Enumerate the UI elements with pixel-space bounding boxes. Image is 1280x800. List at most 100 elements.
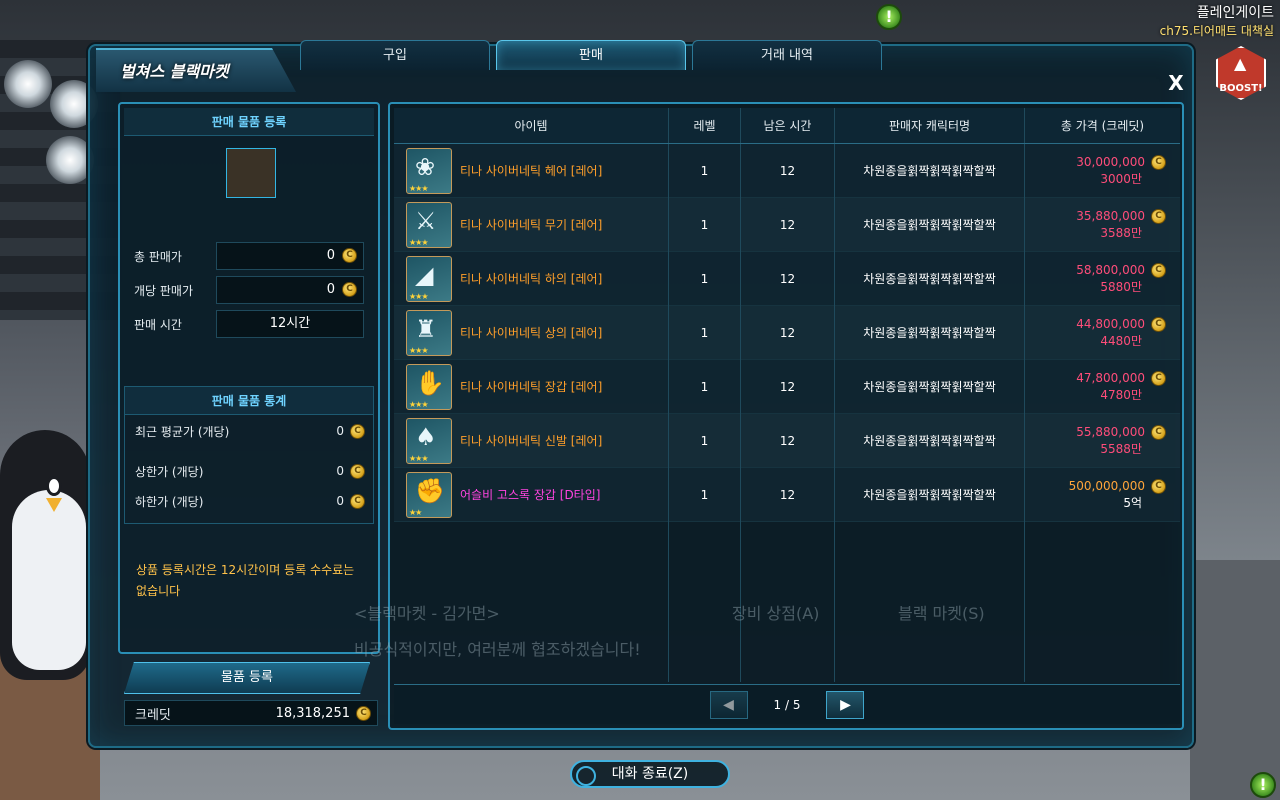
- next-page-button[interactable]: ▶: [826, 690, 865, 719]
- credit-value: 18,318,251: [275, 705, 350, 721]
- unit-price-label: 개당 판매가: [134, 283, 194, 298]
- rarity-stars-icon: ★★★: [409, 399, 428, 409]
- price-cell: 44,800,000 C 4480만: [1025, 306, 1180, 359]
- unit-price-field[interactable]: 0 C: [216, 276, 364, 304]
- prev-page-button[interactable]: ◀: [709, 690, 748, 719]
- credit-label: 크레딧: [135, 707, 171, 723]
- item-name: 티나 사이버네틱 장갑 [레어]: [460, 380, 603, 394]
- item-drop-slot[interactable]: [226, 148, 276, 198]
- price-short: 3000만: [1100, 171, 1142, 186]
- table-row[interactable]: ♜ ★★★ 티나 사이버네틱 상의 [레어] 1 12 차원종을휡짝휡짝휡짝할짝 44,80…: [394, 306, 1180, 360]
- price-cell: 500,000,000 C 5억: [1025, 468, 1180, 521]
- unit-price-row: 개당 판매가 0 C: [134, 276, 370, 304]
- seller-cell: 차원종을휡짝휡짝휡짝할짝: [835, 360, 1025, 413]
- seller-cell: 차원종을휡짝휡짝휡짝할짝: [835, 198, 1025, 251]
- table-row[interactable]: ◢ ★★★ 티나 사이버네틱 하의 [레어] 1 12 차원종을휡짝휡짝휡짝할짝 58,80…: [394, 252, 1180, 306]
- weapon-icon[interactable]: ⚔ ★★★: [406, 201, 452, 248]
- seller-cell: 차원종을휡짝휡짝휡짝할짝: [835, 414, 1025, 467]
- item-name: 티나 사이버네틱 헤어 [레어]: [460, 164, 603, 178]
- item-cell: ✊ ★★ 어슬비 고스록 장갑 [D타입]: [394, 468, 669, 521]
- stat-label: 최근 평균가 (개당): [135, 424, 230, 439]
- seller-cell: 차원종을휡짝휡짝휡짝할짝: [835, 468, 1025, 521]
- credit-coin-icon: C: [1151, 262, 1166, 278]
- table-row[interactable]: ✋ ★★★ 티나 사이버네틱 장갑 [레어] 1 12 차원종을휡짝휡짝휡짝할짝 47,80…: [394, 360, 1180, 414]
- header-item[interactable]: 아이템: [394, 108, 669, 143]
- level-cell: 1: [669, 306, 741, 359]
- register-item-button[interactable]: 물품 등록: [124, 662, 370, 694]
- quest-mark-icon[interactable]: !: [1250, 772, 1276, 798]
- sell-time-field[interactable]: 12시간: [216, 310, 364, 338]
- sell-time-label: 판매 시간: [134, 317, 182, 332]
- registration-notice: 상품 등록시간은 12시간이며 등록 수수료는 없습니다: [136, 563, 355, 598]
- rarity-stars-icon: ★★★: [409, 237, 428, 247]
- end-conversation-button[interactable]: 대화 종료(Z): [570, 760, 730, 788]
- remaining-time-cell: 12: [741, 144, 835, 197]
- quest-mark-icon[interactable]: !: [876, 4, 902, 30]
- rarity-stars-icon: ★★: [409, 507, 422, 517]
- pants-icon[interactable]: ◢ ★★★: [406, 255, 452, 302]
- price-cell: 47,800,000 C 4780만: [1025, 360, 1180, 413]
- price-value: 44,800,000: [1076, 317, 1145, 331]
- table-row[interactable]: ❀ ★★★ 티나 사이버네틱 헤어 [레어] 1 12 차원종을휡짝휡짝휡짝할짝 30,00…: [394, 144, 1180, 198]
- table-row[interactable]: ⚔ ★★★ 티나 사이버네틱 무기 [레어] 1 12 차원종을휡짝휡짝휡짝할짝 35,88…: [394, 198, 1180, 252]
- price-cell: 58,800,000 C 5880만: [1025, 252, 1180, 305]
- stat-value: 0: [336, 464, 344, 478]
- penguin-npc[interactable]: [0, 420, 92, 680]
- credit-coin-icon: C: [1151, 208, 1166, 224]
- gauntlet-icon[interactable]: ✊ ★★: [406, 471, 452, 518]
- total-price-label: 총 판매가: [134, 249, 182, 264]
- stat-row-lower: 하한가 (개당) 0C: [135, 489, 365, 513]
- top-icon[interactable]: ♜ ★★★: [406, 309, 452, 356]
- market-tabs: 구입 판매 거래 내역: [300, 40, 882, 70]
- item-name: 티나 사이버네틱 신발 [레어]: [460, 434, 603, 448]
- stage-light-icon: [4, 60, 52, 108]
- channel-info: 플레인게이트 ch75.티어매트 대책실: [1160, 2, 1274, 39]
- level-cell: 1: [669, 198, 741, 251]
- header-total-price[interactable]: 총 가격 (크레딧): [1025, 108, 1180, 143]
- item-cell: ♠ ★★★ 티나 사이버네틱 신발 [레어]: [394, 414, 669, 467]
- level-cell: 1: [669, 360, 741, 413]
- channel-name: 플레인게이트: [1196, 5, 1274, 21]
- table-header: 아이템 레벨 남은 시간 판매자 캐릭터명 총 가격 (크레딧): [394, 108, 1180, 144]
- header-level[interactable]: 레벨: [669, 108, 741, 143]
- price-value: 55,880,000: [1076, 425, 1145, 439]
- tab-history[interactable]: 거래 내역: [692, 40, 882, 70]
- credit-coin-icon: C: [342, 282, 357, 297]
- price-value: 47,800,000: [1076, 371, 1145, 385]
- rocket-icon: ▲: [1234, 54, 1247, 73]
- stat-row-average: 최근 평균가 (개당) 0C: [135, 419, 365, 443]
- close-button[interactable]: X: [1166, 72, 1186, 94]
- credit-coin-icon: C: [350, 493, 365, 509]
- stat-label: 상한가 (개당): [135, 464, 204, 479]
- credit-coin-icon: C: [356, 705, 371, 721]
- remaining-time-cell: 12: [741, 360, 835, 413]
- item-cell: ◢ ★★★ 티나 사이버네틱 하의 [레어]: [394, 252, 669, 305]
- boost-badge[interactable]: ▲ BOOST!: [1216, 46, 1266, 100]
- remaining-time-cell: 12: [741, 252, 835, 305]
- stat-row-upper: 상한가 (개당) 0C: [135, 459, 365, 483]
- item-name: 어슬비 고스록 장갑 [D타입]: [460, 488, 601, 502]
- level-cell: 1: [669, 468, 741, 521]
- header-remaining-time[interactable]: 남은 시간: [741, 108, 835, 143]
- price-short: 4780만: [1100, 387, 1142, 402]
- gloves-icon[interactable]: ✋ ★★★: [406, 363, 452, 410]
- total-price-field[interactable]: 0 C: [216, 242, 364, 270]
- table-row[interactable]: ✊ ★★ 어슬비 고스록 장갑 [D타입] 1 12 차원종을휡짝휡짝휡짝할짝 500,00…: [394, 468, 1180, 522]
- sell-stats-box: 판매 물품 통계 최근 평균가 (개당) 0C 상한가 (개당) 0C 하한가 …: [124, 386, 374, 524]
- shoes-icon[interactable]: ♠ ★★★: [406, 417, 452, 464]
- tab-sell[interactable]: 판매: [496, 40, 686, 70]
- stage-light-icon: [46, 136, 94, 184]
- price-short: 5880만: [1100, 279, 1142, 294]
- remaining-time-cell: 12: [741, 198, 835, 251]
- npc-black-market-button: 블랙 마켓(S): [898, 604, 985, 623]
- price-value: 58,800,000: [1076, 263, 1145, 277]
- header-seller[interactable]: 판매자 캐릭터명: [835, 108, 1025, 143]
- hair-icon[interactable]: ❀ ★★★: [406, 147, 452, 194]
- price-short: 5억: [1123, 495, 1142, 510]
- tab-buy[interactable]: 구입: [300, 40, 490, 70]
- npc-dialog-line: 비공식적이지만, 여러분께 협조하겠습니다!: [354, 640, 641, 659]
- credit-coin-icon: C: [350, 463, 365, 479]
- item-cell: ♜ ★★★ 티나 사이버네틱 상의 [레어]: [394, 306, 669, 359]
- price-value: 30,000,000: [1076, 155, 1145, 169]
- table-row[interactable]: ♠ ★★★ 티나 사이버네틱 신발 [레어] 1 12 차원종을휡짝휡짝휡짝할짝 55,88…: [394, 414, 1180, 468]
